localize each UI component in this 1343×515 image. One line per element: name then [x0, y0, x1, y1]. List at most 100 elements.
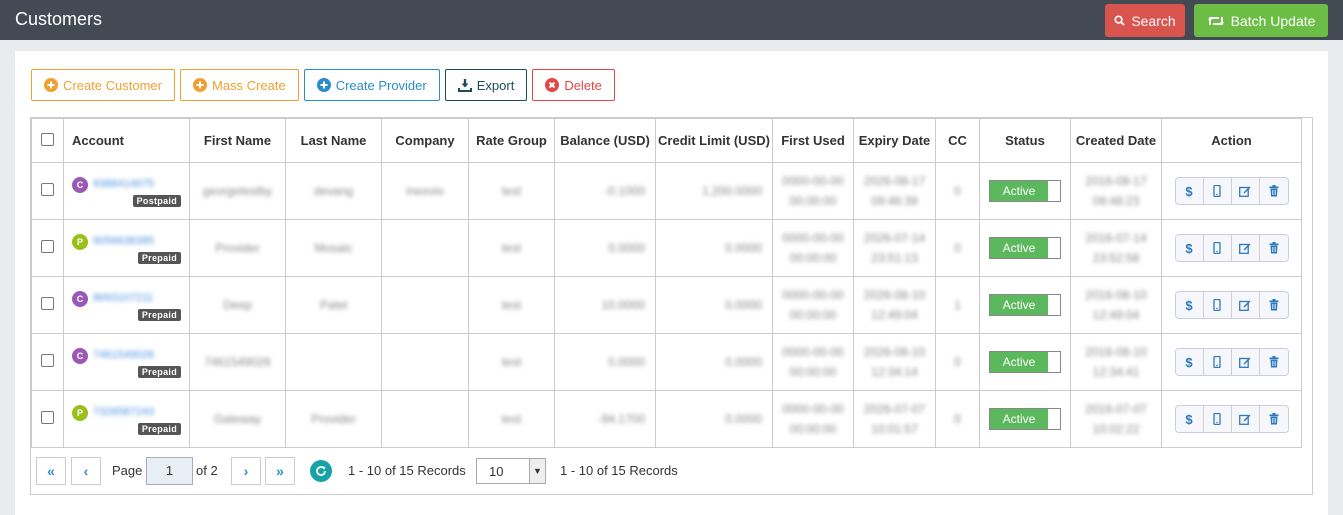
column-header[interactable]: Account: [63, 118, 190, 163]
devices-button[interactable]: [1203, 178, 1232, 204]
account-link[interactable]: 9388414675: [93, 178, 154, 190]
first-page-button[interactable]: «: [36, 457, 66, 485]
balance: -0.1000: [604, 184, 645, 198]
payment-button[interactable]: $: [1175, 292, 1204, 318]
prev-page-button[interactable]: ‹: [71, 457, 101, 485]
devices-button[interactable]: [1203, 235, 1232, 261]
column-header[interactable]: Credit Limit (USD): [655, 118, 773, 163]
column-header[interactable]: Expiry Date: [853, 118, 936, 163]
payment-button[interactable]: $: [1175, 178, 1204, 204]
account-link[interactable]: 7461549026: [93, 349, 154, 361]
row-select-cell[interactable]: [31, 333, 64, 391]
row-select-cell[interactable]: [31, 390, 64, 448]
page-number-input[interactable]: 1: [146, 457, 193, 485]
status-cell: Active: [979, 333, 1071, 391]
balance-cell: 0.0000: [554, 219, 656, 277]
cc-cell: 0: [935, 219, 980, 277]
table-row: P 7326587243 Prepaid Gateway Provider te…: [31, 390, 1302, 448]
expiry-date-cell: 2026-08-17 09:46:39: [853, 162, 936, 220]
edit-button[interactable]: [1231, 292, 1260, 318]
column-header[interactable]: Created Date: [1070, 118, 1162, 163]
devices-button[interactable]: [1203, 349, 1232, 375]
billing-type-badge: Prepaid: [137, 366, 181, 378]
account-link[interactable]: 7326587243: [93, 406, 154, 418]
status-toggle[interactable]: Active: [989, 180, 1061, 202]
delete-button[interactable]: Delete: [532, 69, 615, 101]
column-header[interactable]: CC: [935, 118, 980, 163]
expiry-time: 09:46:39: [871, 194, 918, 208]
create-customer-button[interactable]: Create Customer: [31, 69, 175, 101]
delete-row-button[interactable]: [1259, 178, 1288, 204]
refresh-button[interactable]: [310, 460, 332, 482]
table-header-row: Account First Name Last Name Company Rat…: [31, 118, 1302, 163]
expiry-time: 10:01:57: [871, 422, 918, 436]
status-toggle[interactable]: Active: [989, 408, 1061, 430]
last-page-button[interactable]: »: [265, 457, 295, 485]
edit-button[interactable]: [1231, 349, 1260, 375]
status-toggle[interactable]: Active: [989, 237, 1061, 259]
edit-button[interactable]: [1231, 406, 1260, 432]
row-checkbox[interactable]: [41, 240, 54, 253]
payment-button[interactable]: $: [1175, 349, 1204, 375]
payment-button[interactable]: $: [1175, 235, 1204, 261]
next-page-button[interactable]: ›: [231, 457, 261, 485]
account-type-avatar: C: [72, 177, 88, 193]
account-link[interactable]: 8693107211: [93, 292, 153, 304]
action-cell: $: [1161, 333, 1302, 391]
rate-group: test: [501, 355, 522, 369]
column-header[interactable]: First Used: [772, 118, 854, 163]
column-header[interactable]: Last Name: [285, 118, 382, 163]
column-header[interactable]: First Name: [189, 118, 286, 163]
delete-row-button[interactable]: [1259, 235, 1288, 261]
select-all-cell[interactable]: [31, 118, 64, 163]
row-checkbox[interactable]: [41, 354, 54, 367]
company-cell: [381, 333, 469, 391]
page-size-select[interactable]: 10 ▼: [476, 458, 546, 484]
row-checkbox[interactable]: [41, 183, 54, 196]
row-checkbox[interactable]: [41, 297, 54, 310]
batch-update-button[interactable]: Batch Update: [1194, 4, 1328, 37]
row-checkbox[interactable]: [41, 411, 54, 424]
export-button[interactable]: Export: [444, 69, 528, 101]
first-name: Provider: [215, 241, 260, 255]
column-header[interactable]: Balance (USD): [554, 118, 656, 163]
status-toggle[interactable]: Active: [989, 351, 1061, 373]
status-cell: Active: [979, 162, 1071, 220]
row-actions: $: [1174, 234, 1289, 262]
devices-button[interactable]: [1203, 292, 1232, 318]
credit-limit-cell: 0.0000: [655, 219, 773, 277]
created-date: 2016-08-17: [1085, 174, 1147, 188]
column-header[interactable]: Company: [381, 118, 469, 163]
first-name: 7461549026: [204, 355, 271, 369]
account-link[interactable]: 9056638385: [93, 235, 154, 247]
action-cell: $: [1161, 219, 1302, 277]
row-select-cell[interactable]: [31, 219, 64, 277]
column-header[interactable]: Status: [979, 118, 1071, 163]
edit-button[interactable]: [1231, 235, 1260, 261]
top-bar: Customers Search Batch Update: [0, 0, 1343, 40]
svg-text:$: $: [1185, 241, 1193, 255]
select-all-checkbox[interactable]: [41, 132, 54, 146]
first-name-cell: 7461549026: [189, 333, 286, 391]
status-toggle[interactable]: Active: [989, 294, 1061, 316]
delete-row-button[interactable]: [1259, 292, 1288, 318]
cc-cell: 0: [935, 390, 980, 448]
credit-limit: 1,200.0000: [701, 184, 762, 198]
row-select-cell[interactable]: [31, 162, 64, 220]
delete-row-button[interactable]: [1259, 349, 1288, 375]
first-used-cell: 0000-00-00 00:00:00: [772, 219, 854, 277]
status-cell: Active: [979, 276, 1071, 334]
account-cell: C 9388414675 Postpaid: [63, 162, 190, 220]
create-provider-button[interactable]: Create Provider: [303, 69, 440, 101]
payment-button[interactable]: $: [1175, 406, 1204, 432]
last-name: Provider: [311, 412, 356, 426]
row-select-cell[interactable]: [31, 276, 64, 334]
mass-create-button[interactable]: Mass Create: [179, 69, 299, 101]
search-button[interactable]: Search: [1105, 4, 1185, 37]
edit-button[interactable]: [1231, 178, 1260, 204]
devices-button[interactable]: [1203, 406, 1232, 432]
create-customer-label: Create Customer: [63, 77, 162, 93]
delete-row-button[interactable]: [1259, 406, 1288, 432]
rate-group: test: [501, 184, 522, 198]
column-header[interactable]: Rate Group: [468, 118, 555, 163]
